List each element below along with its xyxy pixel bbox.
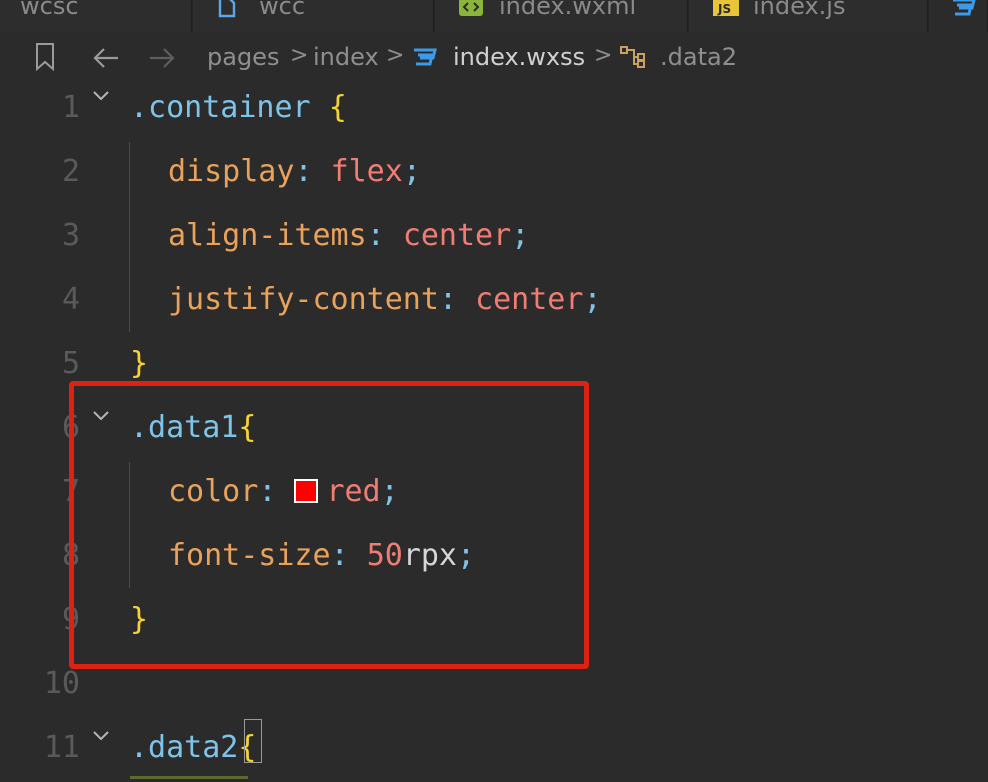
line-number: 8: [61, 538, 80, 573]
annotation-highlight-box: [69, 381, 589, 669]
semicolon: ;: [511, 218, 530, 253]
bracket-match-highlight: [244, 719, 262, 763]
tab-label: index.js: [753, 0, 846, 20]
tab-bar: wcsc wcc index.wxml JS index.js: [0, 0, 988, 32]
wxml-icon: [459, 0, 483, 22]
code-line-3[interactable]: align-items: center;: [168, 218, 529, 253]
fold-chevron-icon[interactable]: [92, 88, 110, 106]
code-line-11[interactable]: .data2{: [130, 730, 256, 765]
svg-text:JS: JS: [717, 2, 731, 16]
line-number: 10: [43, 666, 80, 701]
indent-guide: [129, 142, 130, 332]
breadcrumb: pages > index > index.wxss > .data2: [0, 32, 988, 84]
line-number: 1: [61, 90, 80, 125]
code-line-4[interactable]: justify-content: center;: [168, 282, 602, 317]
breadcrumb-item-file[interactable]: index.wxss: [453, 43, 585, 71]
colon: :: [294, 154, 313, 189]
tab-label: wcc: [259, 0, 306, 20]
code-line-1[interactable]: .container {: [130, 90, 347, 125]
tab-index-wxss[interactable]: [929, 0, 988, 32]
css-property: justify-content: [168, 282, 439, 317]
breadcrumb-item-index[interactable]: index: [313, 43, 379, 71]
css-icon: [412, 46, 438, 72]
breadcrumb-item-symbol[interactable]: .data2: [660, 43, 737, 71]
colon: :: [438, 282, 457, 317]
tab-index-wxml[interactable]: index.wxml: [435, 0, 688, 32]
css-selector: .data2: [130, 730, 239, 765]
line-number: 6: [61, 410, 80, 445]
css-value: center: [475, 282, 584, 317]
tab-label: wcsc: [20, 0, 79, 20]
breadcrumb-separator: >: [594, 43, 613, 68]
css-value: center: [402, 218, 512, 253]
js-icon: JS: [713, 0, 739, 22]
css-property: display: [168, 154, 295, 189]
css-property: align-items: [168, 218, 367, 253]
code-line-5[interactable]: }: [130, 346, 148, 381]
brace: }: [130, 346, 149, 381]
tab-index-js[interactable]: JS index.js: [689, 0, 928, 32]
brace: {: [328, 90, 347, 125]
back-arrow-icon[interactable]: [92, 46, 120, 74]
line-number: 3: [61, 218, 80, 253]
tab-wcc[interactable]: wcc: [193, 0, 434, 32]
selection-underline: [130, 776, 248, 779]
line-number: 9: [61, 602, 80, 637]
colon: :: [366, 218, 385, 253]
symbol-class-icon: [618, 44, 648, 76]
semicolon: ;: [583, 282, 602, 317]
forward-arrow-icon[interactable]: [148, 46, 176, 74]
tab-label: index.wxml: [499, 0, 637, 20]
css-value: flex: [330, 154, 403, 189]
bookmark-icon[interactable]: [36, 43, 54, 75]
css-selector: .container: [130, 90, 311, 125]
line-number: 11: [43, 730, 80, 765]
fold-chevron-icon[interactable]: [92, 728, 110, 746]
code-line-2[interactable]: display: flex;: [168, 154, 421, 189]
semicolon: ;: [402, 154, 421, 189]
breadcrumb-separator: >: [290, 43, 309, 68]
line-number: 7: [61, 474, 80, 509]
css-icon: [951, 0, 977, 22]
line-number: 5: [61, 346, 80, 381]
line-number: 2: [61, 154, 80, 189]
breadcrumb-item-pages[interactable]: pages: [207, 43, 279, 71]
file-icon: [217, 0, 239, 24]
line-number: 4: [61, 282, 80, 317]
breadcrumb-separator: >: [386, 43, 405, 68]
tab-wcsc[interactable]: wcsc: [0, 0, 192, 32]
